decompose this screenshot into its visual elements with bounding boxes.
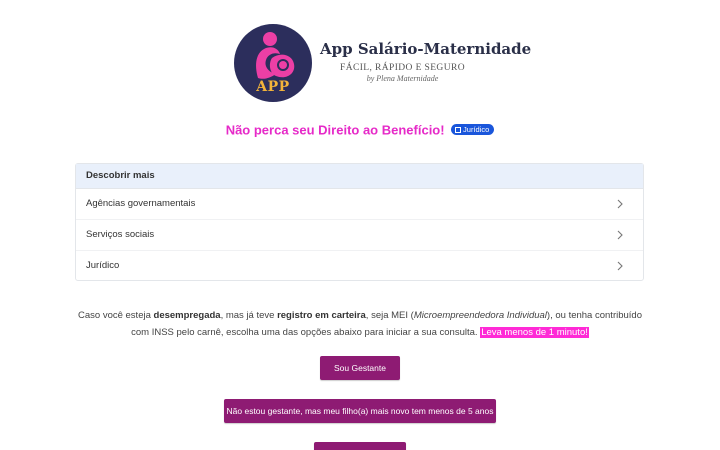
highlight-text: Leva menos de 1 minuto! <box>480 327 589 338</box>
app-byline: by Plena Maternidade <box>366 74 439 83</box>
discover-more-panel: Descobrir mais Agências governamentais S… <box>75 163 644 281</box>
headline: Não perca seu Direito ao Benefício! Jurí… <box>0 121 720 139</box>
discover-item-servicos[interactable]: Serviços sociais <box>76 220 643 251</box>
discover-more-title: Descobrir mais <box>76 164 643 189</box>
discover-item-label: Agências governamentais <box>86 198 196 209</box>
chevron-right-icon <box>617 230 623 240</box>
desc-bold: registro em carteira <box>277 310 366 321</box>
juridico-badge[interactable]: Jurídico <box>451 124 495 136</box>
app-header: APP App Salário-Maternidade FÁCIL, RÁPID… <box>234 24 534 104</box>
desc-text: , seja MEI ( <box>365 310 414 321</box>
chevron-right-icon <box>617 261 623 271</box>
sou-gestante-button[interactable]: Sou Gestante <box>320 356 400 380</box>
app-logo: APP <box>234 24 312 102</box>
app-subtitle: FÁCIL, RÁPIDO E SEGURO <box>340 63 465 73</box>
discover-item-label: Jurídico <box>86 260 120 271</box>
app-title: App Salário-Maternidade <box>320 40 532 58</box>
badge-label: Jurídico <box>463 125 490 135</box>
desc-text: Caso você esteja <box>78 310 154 321</box>
desc-text: , mas já teve <box>220 310 278 321</box>
discover-item-juridico[interactable]: Jurídico <box>76 251 643 281</box>
filho-menos-5-anos-button[interactable]: Não estou gestante, mas meu filho(a) mai… <box>224 399 496 423</box>
discover-item-label: Serviços sociais <box>86 229 155 240</box>
partial-button[interactable] <box>314 442 406 450</box>
desc-italic: Microempreendedora Individual <box>413 310 547 321</box>
desc-bold: desempregada <box>153 310 221 321</box>
description-paragraph: Caso você esteja desempregada, mas já te… <box>70 307 650 341</box>
chevron-right-icon <box>617 199 623 209</box>
discover-item-agencias[interactable]: Agências governamentais <box>76 189 643 220</box>
headline-text: Não perca seu Direito ao Benefício! <box>225 122 445 138</box>
document-icon <box>455 127 462 134</box>
logo-text: APP <box>256 79 290 95</box>
